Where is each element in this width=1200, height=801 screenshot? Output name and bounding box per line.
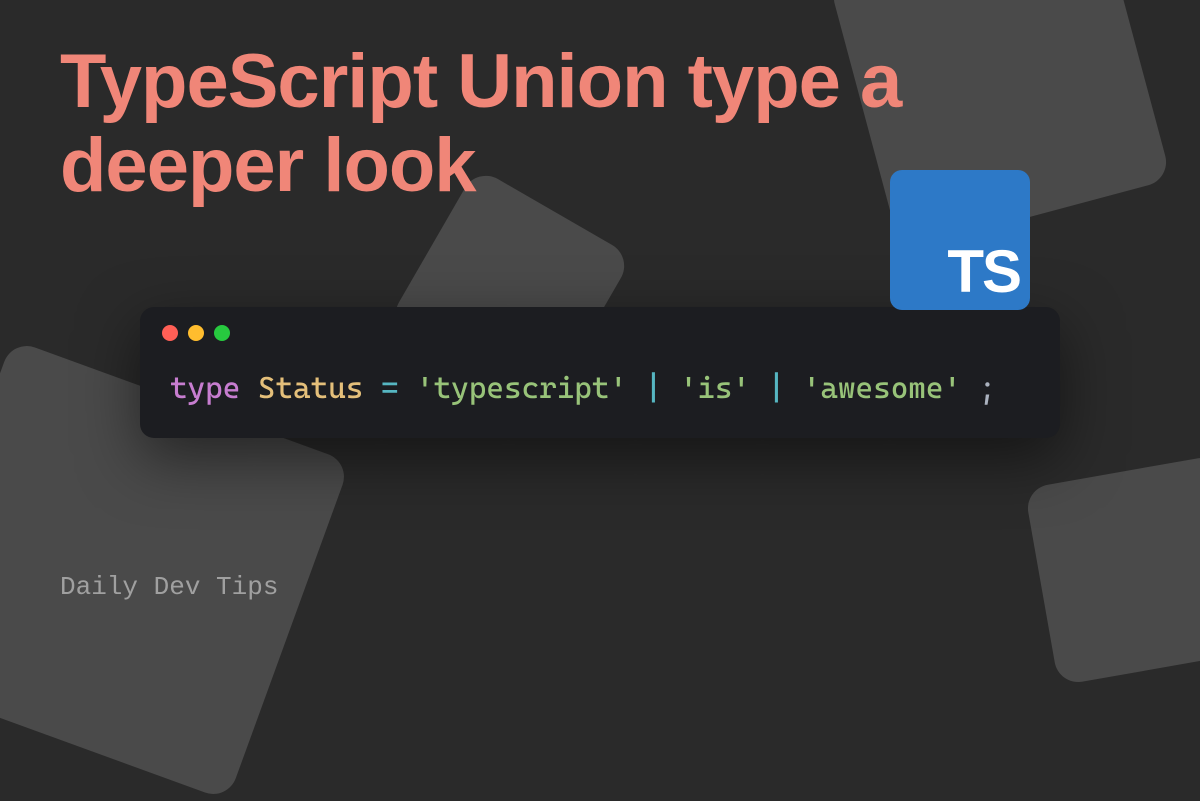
code-string: 'is': [680, 371, 750, 406]
maximize-dot-icon: [214, 325, 230, 341]
code-typename: Status: [258, 371, 363, 406]
main-content: TypeScript Union type a deeper look TS t…: [0, 0, 1200, 630]
footer-brand: Daily Dev Tips: [60, 572, 278, 602]
code-string: 'typescript': [416, 371, 627, 406]
typescript-logo-text: TS: [947, 242, 1020, 302]
code-semicolon: ;: [979, 371, 997, 406]
minimize-dot-icon: [188, 325, 204, 341]
code-pipe: |: [768, 371, 786, 406]
code-pipe: |: [645, 371, 663, 406]
code-operator: =: [381, 371, 399, 406]
close-dot-icon: [162, 325, 178, 341]
typescript-logo: TS: [890, 170, 1030, 310]
code-string: 'awesome': [803, 371, 961, 406]
code-snippet-window: type Status = 'typescript' | 'is' | 'awe…: [140, 307, 1060, 438]
window-traffic-lights: [140, 307, 1060, 351]
code-line: type Status = 'typescript' | 'is' | 'awe…: [140, 351, 1060, 438]
code-keyword: type: [170, 371, 240, 406]
